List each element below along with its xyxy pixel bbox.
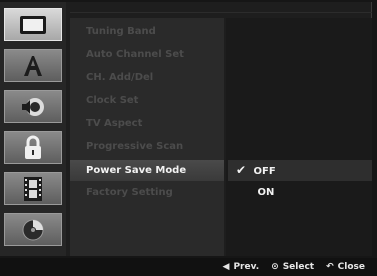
option-on[interactable]: ON xyxy=(240,182,360,203)
return-icon: ↶ xyxy=(326,262,334,272)
tab-audio[interactable] xyxy=(4,90,62,123)
enter-button-icon: ⊙ xyxy=(271,262,279,272)
menu-item-power-save-mode[interactable]: Power Save Mode xyxy=(70,160,224,181)
hint-close: ↶ Close xyxy=(326,262,365,272)
tab-general[interactable] xyxy=(4,8,62,41)
button-hints: ◀ Prev. ⊙ Select ↶ Close xyxy=(0,258,377,276)
tab-disc[interactable] xyxy=(4,213,62,246)
tab-lock[interactable] xyxy=(4,131,62,164)
hint-select: ⊙ Select xyxy=(271,262,314,272)
hint-select-label: Select xyxy=(282,262,315,272)
settings-menu: Tuning Band Auto Channel Set CH. Add/Del… xyxy=(70,18,224,256)
hint-close-label: Close xyxy=(337,262,365,272)
menu-item-tuning-band[interactable]: Tuning Band xyxy=(86,26,226,37)
speaker-icon xyxy=(22,97,44,116)
menu-item-ch-add-del[interactable]: CH. Add/Del xyxy=(86,72,226,83)
top-divider xyxy=(70,12,372,13)
checkmark-icon: ✔ xyxy=(236,163,247,177)
language-a-icon xyxy=(24,55,42,76)
tab-language[interactable] xyxy=(4,49,62,82)
hint-prev: ◀ Prev. xyxy=(223,262,260,272)
menu-item-auto-channel-set[interactable]: Auto Channel Set xyxy=(86,49,226,60)
menu-item-clock-set[interactable]: Clock Set xyxy=(86,95,226,106)
hint-prev-label: Prev. xyxy=(233,262,260,272)
setup-menu-screen: Tuning Band Auto Channel Set CH. Add/Del… xyxy=(0,0,377,276)
padlock-icon xyxy=(25,135,41,159)
tv-screen-icon xyxy=(20,15,46,34)
menu-item-progressive-scan[interactable]: Progressive Scan xyxy=(86,141,226,152)
film-icon xyxy=(24,176,42,201)
options-panel: ✔ OFF ON xyxy=(226,18,372,256)
option-off[interactable]: ✔ OFF xyxy=(228,160,372,181)
option-off-label: OFF xyxy=(253,166,276,177)
menu-item-factory-setting[interactable]: Factory Setting xyxy=(86,187,226,198)
tab-recording[interactable] xyxy=(4,172,62,205)
left-arrow-icon: ◀ xyxy=(222,262,230,272)
disc-icon xyxy=(22,219,44,240)
menu-item-tv-aspect[interactable]: TV Aspect xyxy=(86,118,226,129)
category-sidebar xyxy=(0,2,66,256)
option-on-label: ON xyxy=(257,187,275,198)
